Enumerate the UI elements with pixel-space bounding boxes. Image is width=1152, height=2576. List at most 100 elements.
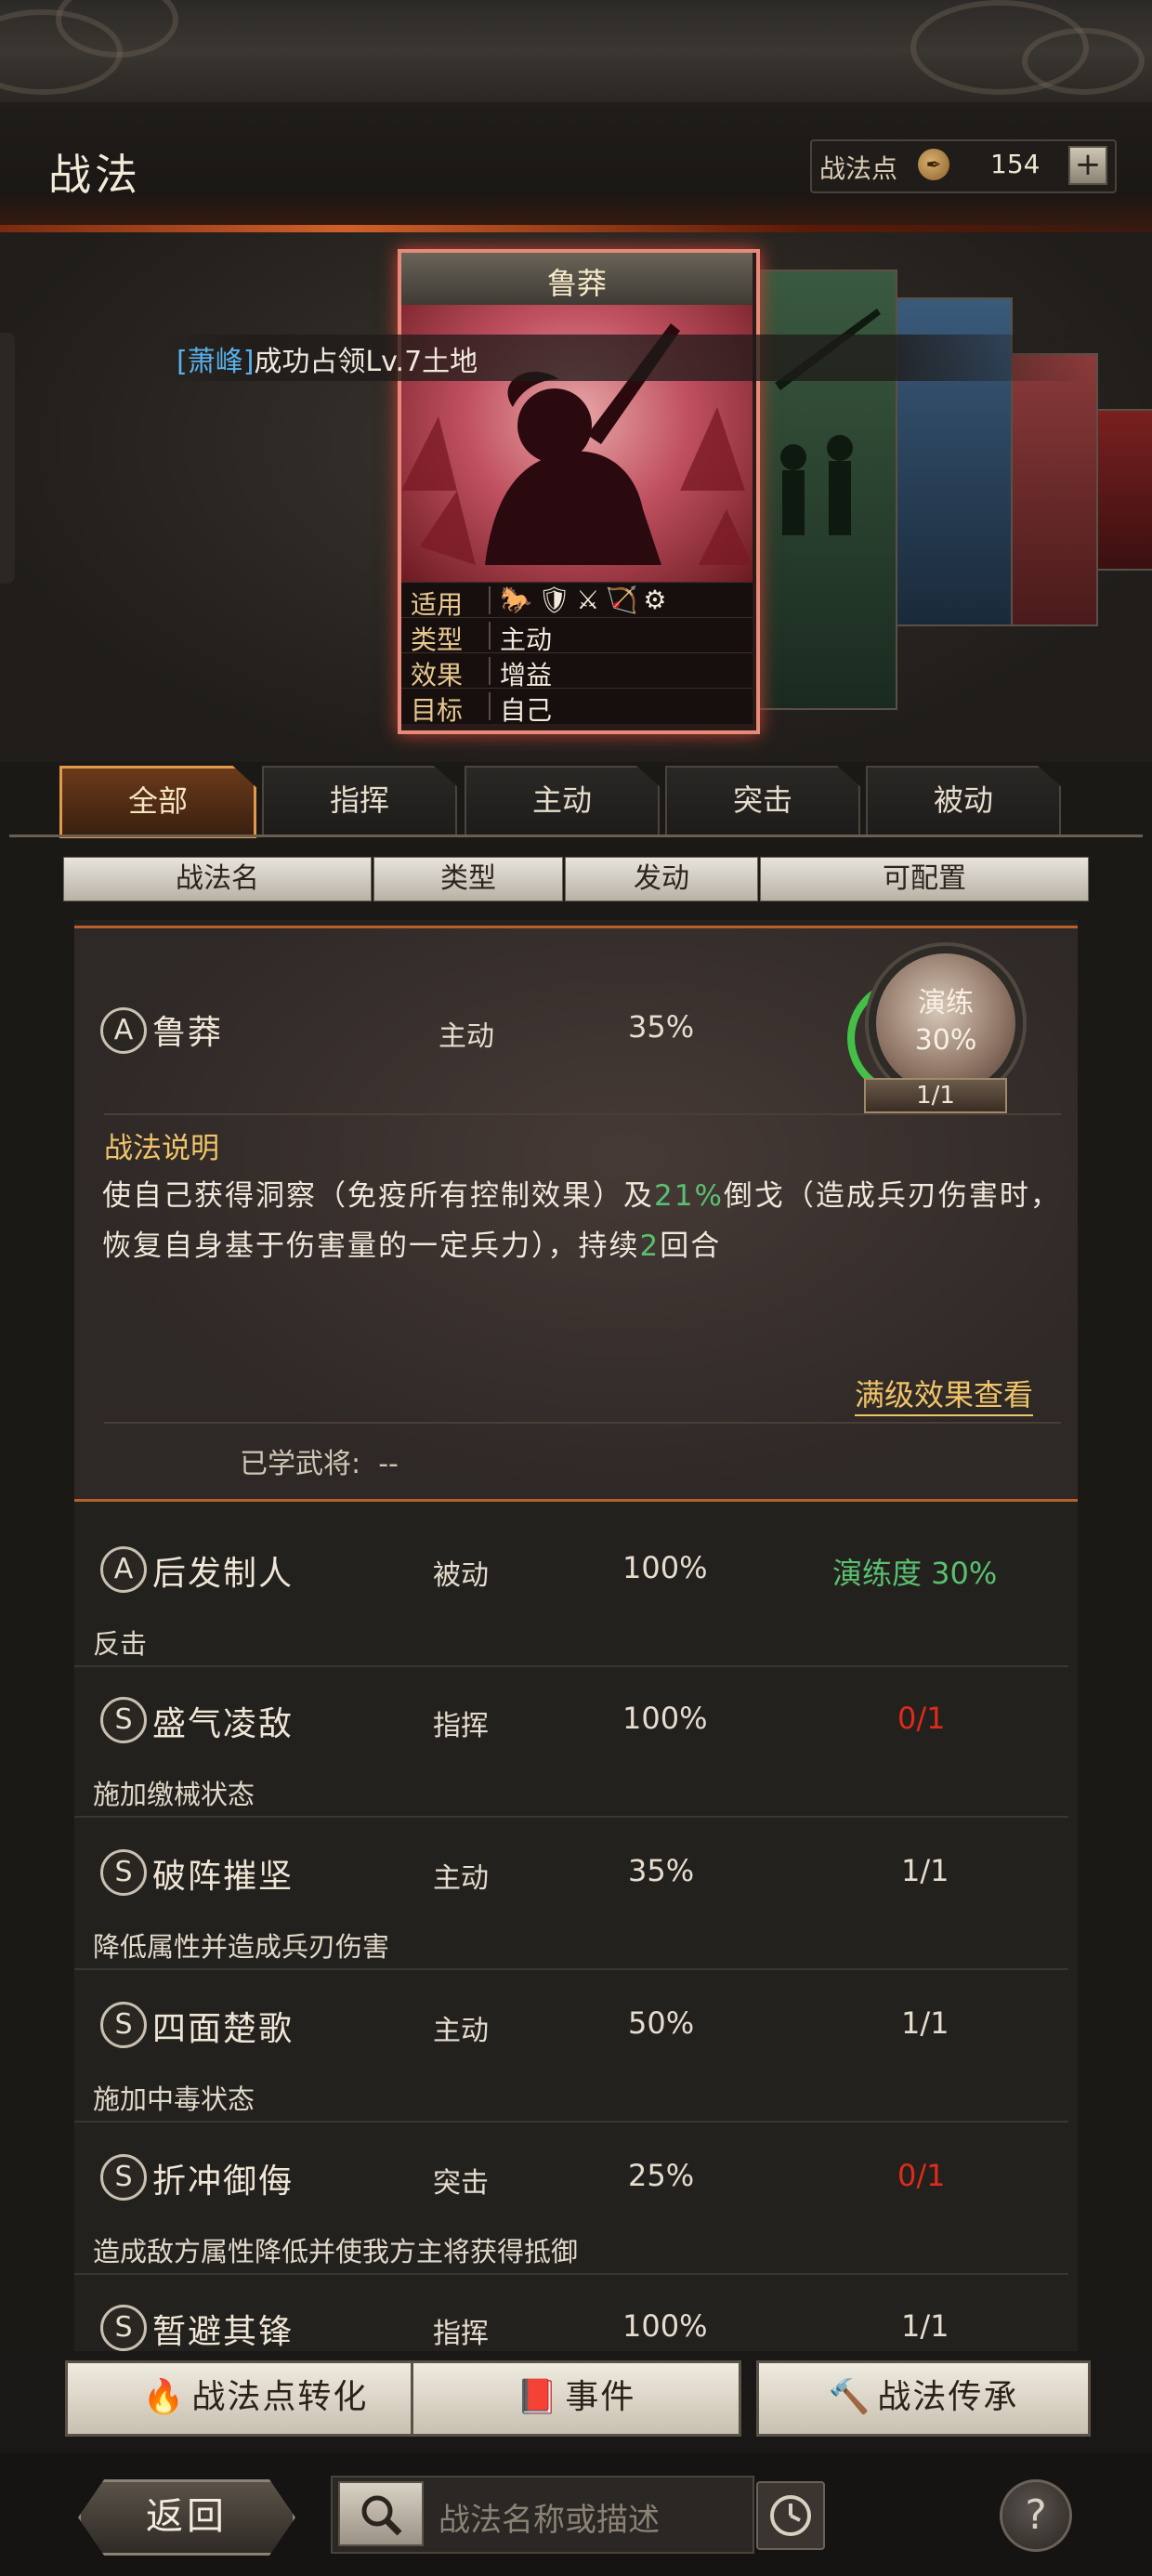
magnifier-icon [361, 2495, 402, 2536]
points-value: 154 [990, 149, 1041, 179]
grade-badge: S [100, 1697, 147, 1743]
description-text: 使自己获得洞察（免疫所有控制效果）及21%倒戈（造成兵刃伤害时，恢复自身基于伤害… [102, 1171, 1078, 1271]
inherit-label: 战法传承 [877, 2378, 1019, 2416]
convert-points-label: 战法点转化 [191, 2378, 369, 2416]
card-row-divider [489, 657, 491, 685]
full-effect-link[interactable]: 满级效果查看 [855, 1372, 1034, 1416]
search-icon[interactable] [338, 2481, 424, 2546]
column-header-rate[interactable]: 发动 [565, 857, 758, 901]
card-back-5[interactable] [1093, 409, 1152, 571]
feather-icon: ✒ [918, 149, 949, 180]
skill-summary: 施加缴械状态 [93, 1779, 255, 1810]
tab-all[interactable]: 全部 [59, 766, 256, 838]
add-points-button[interactable]: + [1068, 146, 1107, 185]
row-divider [74, 1816, 1068, 1818]
card-back-4[interactable] [1005, 353, 1098, 626]
card-row-divider [489, 586, 491, 614]
skill-config: 1/1 [901, 2308, 949, 2344]
broadcast-message: 成功占领Lv.7土地 [254, 346, 478, 378]
skill-type: 主动 [433, 1862, 489, 1895]
hammer-icon: 🔨 [828, 2378, 872, 2416]
row-divider [74, 1968, 1068, 1970]
learned-value: -- [378, 1448, 399, 1480]
back-button[interactable]: 返回 [78, 2479, 295, 2556]
desc-part: 回合 [660, 1229, 722, 1263]
skill-rate: 100% [622, 1550, 708, 1585]
description-title: 战法说明 [104, 1132, 219, 1165]
row-divider [74, 2273, 1068, 2275]
flame-icon: 🔥 [142, 2378, 187, 2416]
top-decoration [0, 0, 1152, 102]
selected-skill-name: 鲁莽 [152, 1014, 224, 1052]
broadcast-player-tag: [萧峰] [177, 346, 255, 378]
skill-rate: 35% [628, 1853, 695, 1888]
skill-type: 主动 [433, 2015, 489, 2047]
grade-badge: A [100, 1546, 147, 1593]
row-divider [74, 1665, 1068, 1667]
skill-config: 1/1 [901, 1853, 949, 1888]
convert-points-button[interactable]: 🔥 战法点转化 [65, 2360, 446, 2437]
column-header-type[interactable]: 类型 [373, 857, 563, 901]
tab-assault[interactable]: 突击 [665, 766, 860, 835]
desc-part: 使自己获得洞察（免疫所有控制效果）及 [102, 1179, 654, 1213]
page-title: 战法 [48, 150, 141, 200]
search-input[interactable]: 战法名称或描述 [439, 2494, 660, 2540]
skill-summary: 降低属性并造成兵刃伤害 [93, 1931, 390, 1963]
card-row-type: 类型 主动 [401, 617, 753, 655]
divider [104, 1422, 1061, 1424]
learned-label: 已学武将: [240, 1448, 361, 1480]
skill-name: 后发制人 [152, 1555, 295, 1593]
clock-icon [770, 2495, 811, 2536]
grade-badge: A [100, 1007, 147, 1054]
card-row-divider [489, 692, 491, 720]
skill-type: 突击 [433, 2167, 489, 2200]
alert-book-icon: 📕 [516, 2378, 560, 2416]
inherit-button[interactable]: 🔨 战法传承 [756, 2360, 1091, 2437]
tab-command[interactable]: 指挥 [262, 766, 457, 835]
skill-name: 四面楚歌 [152, 2010, 295, 2048]
column-header-configurable[interactable]: 可配置 [760, 857, 1089, 901]
skill-config: 演练度 30% [832, 1556, 998, 1591]
skill-name: 盛气凌敌 [152, 1705, 295, 1743]
card-row-suitable: 适用 🐎🛡⚔🏹⚙ [401, 582, 753, 620]
troop-type-icons: 🐎🛡⚔🏹⚙ [500, 585, 673, 615]
card-row-target: 目标 自己 [401, 688, 753, 726]
drill-count: 1/1 [864, 1078, 1007, 1113]
card-row-value: 主动 [500, 624, 553, 655]
tab-divider [9, 835, 1143, 837]
desc-highlight: 21% [654, 1179, 724, 1213]
tab-passive[interactable]: 被动 [866, 766, 1061, 835]
skill-name: 折冲御侮 [152, 2162, 295, 2201]
card-name: 鲁莽 [546, 266, 607, 301]
skill-config: 1/1 [901, 2005, 949, 2041]
skill-name: 破阵摧坚 [152, 1858, 295, 1896]
card-row-value: 自己 [500, 695, 553, 726]
card-row-key: 类型 [411, 624, 464, 655]
help-button[interactable]: ? [1000, 2479, 1072, 2552]
grade-badge: S [100, 2002, 147, 2048]
skill-rate: 50% [628, 2005, 695, 2041]
drill-percent: 30% [914, 1024, 977, 1057]
broadcast-text: [萧峰]成功占领Lv.7土地 [177, 338, 478, 379]
points-label: 战法点 [819, 153, 898, 184]
event-label: 事件 [565, 2378, 636, 2416]
card-row-divider [489, 622, 491, 650]
column-header-name[interactable]: 战法名 [63, 857, 372, 901]
skill-rate: 100% [622, 2308, 708, 2344]
tab-active[interactable]: 主动 [465, 766, 660, 835]
row-divider [74, 2121, 1068, 2123]
event-button[interactable]: 📕 事件 [411, 2360, 741, 2437]
grade-badge: S [100, 1849, 147, 1896]
card-row-key: 适用 [411, 589, 464, 620]
history-clock-icon[interactable] [756, 2481, 825, 2550]
grade-badge: S [100, 2154, 147, 2201]
skill-config: 0/1 [897, 2158, 946, 2193]
learned-generals: 已学武将: -- [240, 1440, 399, 1481]
skill-summary: 反击 [93, 1628, 148, 1660]
card-row-value: 增益 [500, 660, 553, 690]
side-panel-handle[interactable] [0, 333, 15, 584]
skill-type: 指挥 [433, 1710, 489, 1742]
skill-name: 暂避其锋 [152, 2313, 295, 2351]
skill-rate: 100% [622, 1701, 708, 1736]
divider [104, 1113, 1061, 1115]
